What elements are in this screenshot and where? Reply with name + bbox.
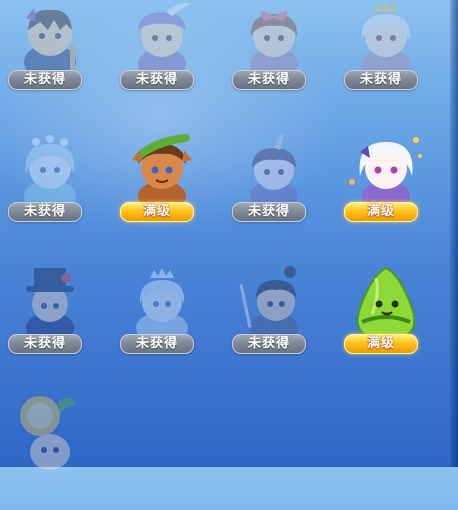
pet-card-jungle-warrior[interactable]: 满级 xyxy=(112,132,212,250)
pet-card-knight[interactable]: 未获得 xyxy=(0,0,100,118)
status-badge: 满级 xyxy=(344,334,418,354)
fruit-fairy-pet-icon xyxy=(20,396,76,470)
right-edge-shade xyxy=(450,0,458,467)
pet-card-horned-mage[interactable]: 未获得 xyxy=(224,132,324,250)
status-badge: 未获得 xyxy=(8,334,82,354)
pet-collection-grid: 未获得 未获得 未获得 未获得 未获得 满级 未获得 满级 未获得 未获得 未获… xyxy=(0,0,450,470)
pet-card-mermaid[interactable]: 未获得 xyxy=(0,132,100,250)
pet-card-white-hair-girl[interactable]: 满级 xyxy=(336,132,436,250)
pet-card-swordsman[interactable]: 未获得 xyxy=(224,264,324,382)
status-badge: 未获得 xyxy=(8,70,82,90)
pet-card-top-hat-gentleman[interactable]: 未获得 xyxy=(0,264,100,382)
pet-card-ice-queen[interactable]: 未获得 xyxy=(112,264,212,382)
pet-card-crown-princess[interactable]: 未获得 xyxy=(336,0,436,118)
pet-card-feather-hat-girl[interactable]: 未获得 xyxy=(112,0,212,118)
status-badge: 未获得 xyxy=(344,70,418,90)
status-badge: 未获得 xyxy=(232,202,306,222)
status-badge: 未获得 xyxy=(8,202,82,222)
status-badge: 未获得 xyxy=(120,334,194,354)
status-badge: 未获得 xyxy=(120,70,194,90)
status-badge: 满级 xyxy=(344,202,418,222)
status-badge: 未获得 xyxy=(232,70,306,90)
pet-card-fruit-fairy[interactable] xyxy=(0,392,100,510)
pet-card-bow-girl[interactable]: 未获得 xyxy=(224,0,324,118)
pet-card-rice-dumpling[interactable]: 满级 xyxy=(336,264,436,382)
status-badge: 满级 xyxy=(120,202,194,222)
status-badge: 未获得 xyxy=(232,334,306,354)
